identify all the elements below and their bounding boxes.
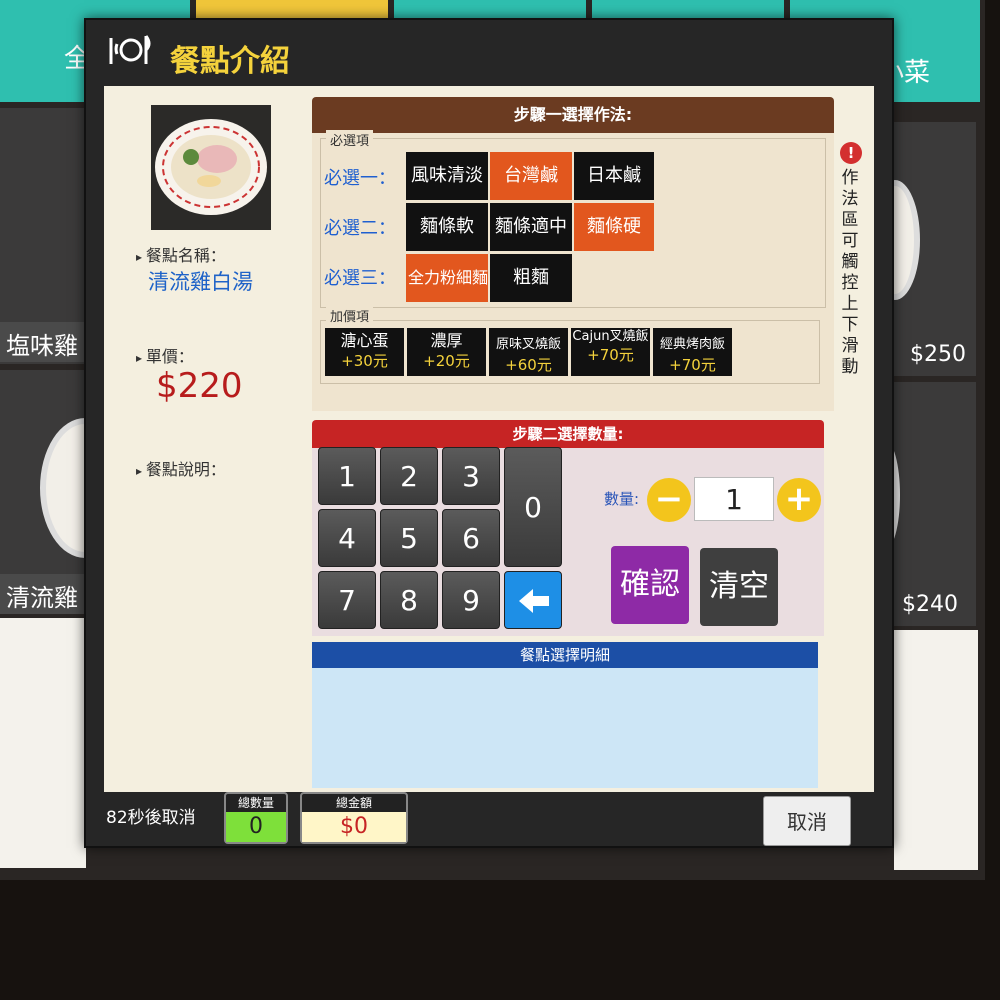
addon-rich[interactable]: 濃厚 +20元 — [407, 328, 486, 376]
confirm-button[interactable]: 確認 — [611, 546, 689, 624]
keypad-8[interactable]: 8 — [380, 571, 438, 629]
addon-name: 經典烤肉飯 — [659, 337, 725, 352]
total-amount-value: $0 — [302, 812, 406, 842]
total-quantity-value: 0 — [226, 812, 286, 842]
keypad-7[interactable]: 7 — [318, 571, 376, 629]
bg-panel — [894, 630, 978, 870]
addon-price: +30元 — [341, 352, 388, 370]
dish-image — [151, 105, 271, 230]
modal-title: 餐點介紹 — [170, 44, 290, 79]
addon-price: +60元 — [505, 356, 552, 374]
selection-detail-header: 餐點選擇明細 — [312, 642, 818, 668]
keypad-1[interactable]: 1 — [318, 447, 376, 505]
option-noodle-hard[interactable]: 麵條硬 — [574, 203, 654, 251]
keypad-0[interactable]: 0 — [504, 447, 562, 567]
bg-item-name: 清流雞 — [0, 574, 86, 614]
dish-name: 清流雞白湯 — [148, 270, 253, 294]
total-quantity-label: 總數量 — [237, 796, 274, 810]
quantity-decrement-button[interactable]: − — [647, 478, 691, 522]
dish-description-label: 餐點說明： — [136, 456, 226, 480]
keypad-4[interactable]: 4 — [318, 509, 376, 567]
option-japan-salty[interactable]: 日本鹹 — [574, 152, 654, 200]
required-legend: 必選項 — [326, 130, 374, 149]
total-quantity-box: 總數量 0 — [224, 792, 288, 844]
quantity-input[interactable]: 1 — [694, 477, 774, 521]
selection-detail-list[interactable] — [312, 668, 818, 788]
addon-soft-egg[interactable]: 溏心蛋 +30元 — [325, 328, 404, 376]
quantity-increment-button[interactable]: + — [777, 478, 821, 522]
step1-header: 步驟一選擇作法: — [312, 97, 834, 133]
clear-button[interactable]: 清空 — [700, 548, 778, 626]
addon-price: +70元 — [587, 346, 634, 364]
required-2-label: 必選二： — [324, 218, 396, 239]
addon-name: 濃厚 — [430, 331, 463, 350]
addon-cajun-chashu-rice[interactable]: Cajun叉燒飯 +70元 — [571, 328, 650, 376]
backspace-button[interactable] — [504, 571, 562, 629]
bg-item-price: $240 — [902, 592, 958, 617]
cancel-countdown: 82秒後取消 — [106, 808, 196, 828]
addon-price: +70元 — [669, 356, 716, 374]
cancel-button[interactable]: 取消 — [763, 796, 851, 846]
addon-bbq-rice[interactable]: 經典烤肉飯 +70元 — [653, 328, 732, 376]
addon-name: Cajun叉燒飯 — [572, 329, 649, 344]
option-noodle-medium[interactable]: 麵條適中 — [490, 203, 572, 251]
keypad-5[interactable]: 5 — [380, 509, 438, 567]
total-amount-label: 總金額 — [335, 796, 372, 810]
bg-panel — [0, 618, 86, 868]
step2-header: 步驟二選擇數量: — [312, 420, 824, 448]
total-amount-box: 總金額 $0 — [300, 792, 408, 844]
keypad-3[interactable]: 3 — [442, 447, 500, 505]
option-flavor-light[interactable]: 風味清淡 — [406, 152, 488, 200]
quantity-label: 數量: — [604, 490, 640, 508]
scroll-hint: 作法區可觸控上下滑動 — [841, 168, 859, 377]
plate-cutlery-icon — [106, 30, 156, 70]
addon-name: 溏心蛋 — [340, 331, 389, 350]
option-wholewheat-thin[interactable]: 全力粉細麵 — [406, 254, 488, 302]
required-1-label: 必選一： — [324, 168, 396, 189]
option-taiwan-salty[interactable]: 台灣鹹 — [490, 152, 572, 200]
addon-price: +20元 — [423, 352, 470, 370]
addon-name: 原味叉燒飯 — [495, 337, 561, 352]
monitor-stand-area — [0, 880, 1000, 1000]
keypad-2[interactable]: 2 — [380, 447, 438, 505]
option-noodle-soft[interactable]: 麵條軟 — [406, 203, 488, 251]
bg-item-price: $250 — [910, 342, 966, 367]
required-3-label: 必選三： — [324, 268, 396, 289]
unit-price-label: 單價： — [136, 343, 194, 367]
warning-icon: ! — [840, 142, 862, 164]
keypad-9[interactable]: 9 — [442, 571, 500, 629]
addon-chashu-rice[interactable]: 原味叉燒飯 +60元 — [489, 328, 568, 376]
backspace-arrow-icon — [519, 589, 549, 613]
addon-legend: 加價項 — [326, 306, 374, 325]
bg-item-name: 塩味雞 — [0, 322, 86, 362]
option-thick-noodle[interactable]: 粗麵 — [490, 254, 572, 302]
unit-price: $220 — [156, 366, 243, 406]
dish-name-label: 餐點名稱： — [136, 242, 226, 266]
keypad-6[interactable]: 6 — [442, 509, 500, 567]
